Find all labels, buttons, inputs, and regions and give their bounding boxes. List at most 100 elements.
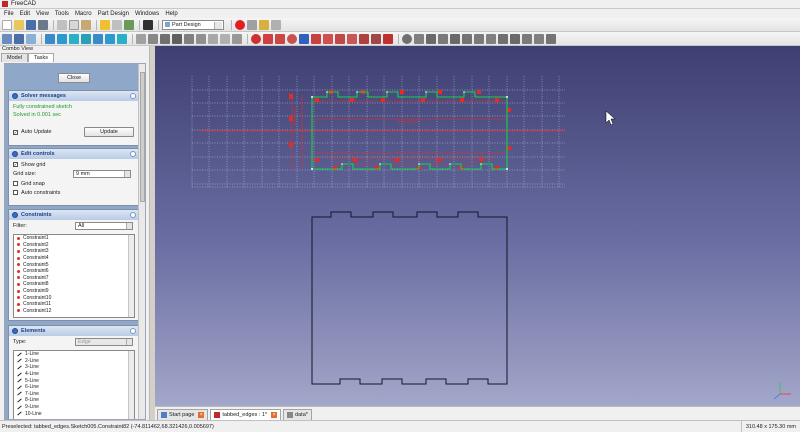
auto-update-checkbox[interactable]: ✓ Auto Update: [13, 128, 52, 137]
tab-model[interactable]: Model: [1, 53, 28, 62]
measure-icon[interactable]: [136, 33, 146, 44]
view-left-icon[interactable]: [117, 33, 127, 44]
constrain-horizontal-icon[interactable]: [438, 33, 448, 44]
stop-macro-icon[interactable]: [247, 19, 257, 30]
sketch-circle-icon[interactable]: [287, 33, 297, 44]
grid-snap-checkbox[interactable]: Grid snap: [13, 179, 134, 188]
constraint-item[interactable]: Constraint7: [14, 275, 134, 282]
constraint-item[interactable]: Constraint8: [14, 281, 134, 288]
part-outline[interactable]: [311, 211, 508, 385]
sketch-trim-icon[interactable]: [371, 33, 381, 44]
element-item[interactable]: 9-Line: [14, 404, 134, 411]
constraint-dimensions[interactable]: [291, 90, 507, 171]
constrain-point-on-object-icon[interactable]: [414, 33, 424, 44]
sketch-arc-icon[interactable]: [275, 33, 285, 44]
cut-icon[interactable]: [57, 19, 67, 30]
sketch-profile[interactable]: [311, 91, 508, 170]
view-bottom-icon[interactable]: [105, 33, 115, 44]
element-item[interactable]: 1-Line: [14, 351, 134, 358]
menu-help[interactable]: Help: [162, 11, 180, 17]
scrollbar-thumb[interactable]: [140, 72, 145, 202]
sketch-rectangle-icon[interactable]: [323, 33, 333, 44]
edit-controls-header[interactable]: Edit controls: [9, 149, 138, 159]
fillet-icon[interactable]: [208, 33, 218, 44]
constrain-coincident-icon[interactable]: [402, 33, 412, 44]
sketch-fillet-icon[interactable]: [359, 33, 369, 44]
part-tool-icon[interactable]: [148, 33, 158, 44]
workbench-selector[interactable]: Part Design: [162, 19, 224, 30]
open-file-icon[interactable]: [14, 19, 24, 30]
elements-list[interactable]: 1-Line 2-Line 3-Line 4-Line 5-Line 6-Lin…: [13, 350, 135, 419]
type-select[interactable]: Edge: [75, 338, 133, 346]
menu-view[interactable]: View: [33, 11, 52, 17]
constraint-item[interactable]: Constraint9: [14, 288, 134, 295]
view-rear-icon[interactable]: [93, 33, 103, 44]
constraint-item[interactable]: Constraint10: [14, 294, 134, 301]
fit-all-icon[interactable]: [2, 33, 12, 44]
constrain-symmetric-icon[interactable]: [498, 33, 508, 44]
edit-macro-icon[interactable]: [259, 19, 269, 30]
tab-tasks[interactable]: Tasks: [27, 53, 55, 62]
constraint-item[interactable]: Constraint11: [14, 301, 134, 308]
element-item[interactable]: 2-Line: [14, 358, 134, 365]
whats-this-icon[interactable]: [143, 19, 153, 30]
dimension-label[interactable]: 175.3 mm: [398, 119, 418, 124]
sketch-line-icon[interactable]: [263, 33, 273, 44]
save-icon[interactable]: [26, 19, 36, 30]
element-item[interactable]: 10-Line: [14, 410, 134, 417]
element-item[interactable]: 4-Line: [14, 371, 134, 378]
elements-header[interactable]: Elements: [9, 326, 138, 336]
element-item[interactable]: 5-Line: [14, 377, 134, 384]
fit-selection-icon[interactable]: [14, 33, 24, 44]
pad-icon[interactable]: [160, 33, 170, 44]
update-button[interactable]: Update: [84, 127, 134, 137]
view-top-icon[interactable]: [69, 33, 79, 44]
record-macro-icon[interactable]: [235, 19, 245, 30]
print-icon[interactable]: [38, 19, 48, 30]
constraints-list[interactable]: Constraint1 Constraint2 Constraint3 Cons…: [13, 234, 135, 318]
refresh-icon[interactable]: [124, 19, 134, 30]
solver-messages-header[interactable]: Solver messages: [9, 91, 138, 101]
constraint-item[interactable]: Constraint12: [14, 308, 134, 315]
close-tab-icon[interactable]: ×: [198, 412, 205, 418]
chamfer-icon[interactable]: [220, 33, 230, 44]
groove-icon[interactable]: [196, 33, 206, 44]
element-item[interactable]: 6-Line: [14, 384, 134, 391]
constrain-radius-icon[interactable]: [534, 33, 544, 44]
menu-file[interactable]: File: [1, 11, 17, 17]
constrain-angle-icon[interactable]: [546, 33, 556, 44]
filter-select[interactable]: All: [75, 222, 133, 230]
new-file-icon[interactable]: [2, 19, 12, 30]
element-item[interactable]: 7-Line: [14, 391, 134, 398]
run-macro-icon[interactable]: [271, 19, 281, 30]
undo-icon[interactable]: [100, 19, 110, 30]
close-tab-icon[interactable]: ×: [271, 412, 278, 418]
sketch-slot-icon[interactable]: [347, 33, 357, 44]
constraint-item[interactable]: Constraint1: [14, 235, 134, 242]
elements-scrollbar[interactable]: [128, 351, 134, 419]
constrain-lock-icon[interactable]: [510, 33, 520, 44]
constrain-distance-icon[interactable]: [522, 33, 532, 44]
constrain-tangent-icon[interactable]: [474, 33, 484, 44]
menu-part-design[interactable]: Part Design: [95, 11, 132, 17]
pocket-icon[interactable]: [172, 33, 182, 44]
constraint-item[interactable]: Constraint3: [14, 248, 134, 255]
constrain-vertical-icon[interactable]: [426, 33, 436, 44]
view-right-icon[interactable]: [81, 33, 91, 44]
chevron-down-icon[interactable]: [126, 339, 132, 345]
constraint-item[interactable]: Constraint5: [14, 261, 134, 268]
task-panel-scrollbar[interactable]: [138, 64, 145, 419]
view-front-icon[interactable]: [57, 33, 67, 44]
sketch-polyline-icon[interactable]: [311, 33, 321, 44]
constrain-equal-icon[interactable]: [486, 33, 496, 44]
collapse-icon[interactable]: [130, 328, 136, 334]
tab-data[interactable]: data*: [283, 409, 312, 420]
close-button[interactable]: Close: [58, 73, 90, 83]
constrain-perpendicular-icon[interactable]: [462, 33, 472, 44]
collapse-icon[interactable]: [130, 93, 136, 99]
show-grid-checkbox[interactable]: ✓ Show grid: [13, 160, 134, 169]
sketch-point-icon[interactable]: [251, 33, 261, 44]
tab-tabbed-edges[interactable]: tabbed_edges : 1* ×: [210, 409, 282, 420]
constraint-item[interactable]: Constraint4: [14, 255, 134, 262]
element-item[interactable]: 3-Line: [14, 364, 134, 371]
